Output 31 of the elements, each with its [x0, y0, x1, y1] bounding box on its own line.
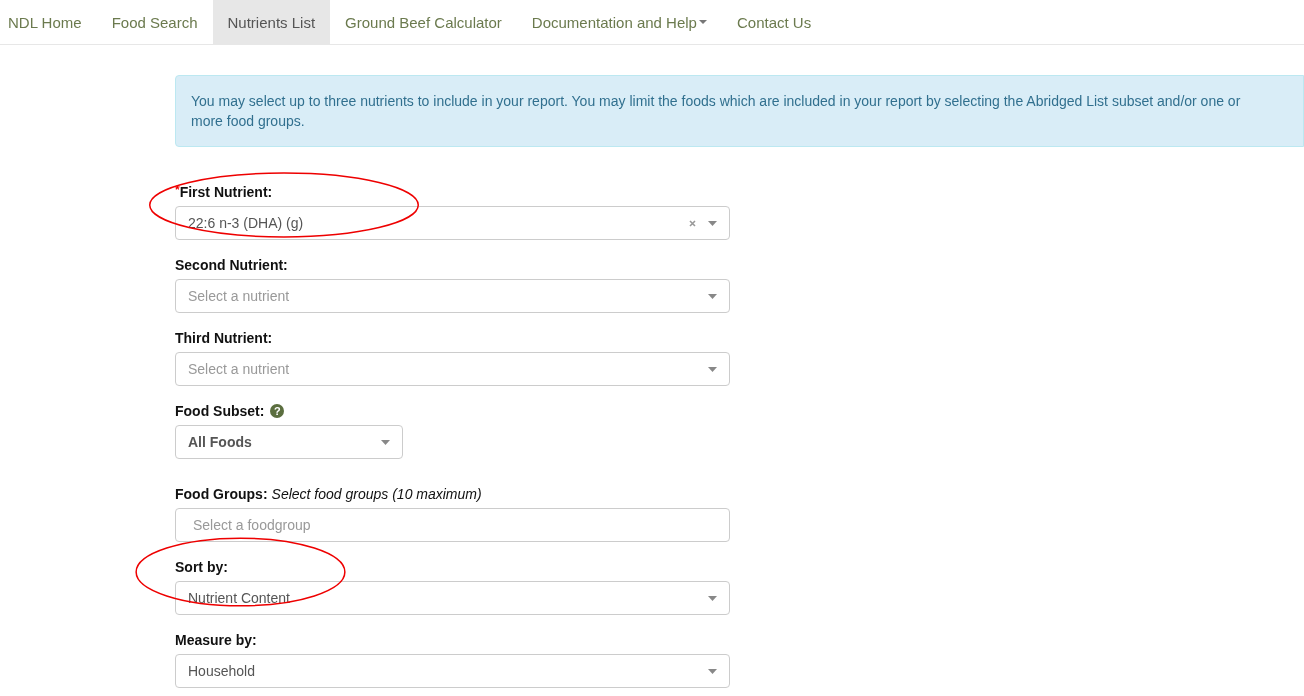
select-field[interactable]: Select a nutrient [175, 279, 730, 313]
caret-icon [698, 20, 707, 24]
clear-icon[interactable] [689, 219, 696, 227]
nav-link[interactable]: Nutrients List [212, 0, 331, 44]
field-label: Sort by: [175, 559, 228, 575]
caret-icon [381, 439, 390, 445]
field-label: Food Groups: [175, 486, 268, 502]
select-field[interactable]: Household [175, 654, 730, 688]
field-label: Third Nutrient: [175, 330, 273, 346]
input-field[interactable]: Select a foodgroup [175, 508, 730, 542]
nav-link[interactable]: Documentation and Help [516, 0, 722, 44]
help-icon[interactable]: ? [270, 404, 285, 418]
select-field[interactable]: Select a nutrient [175, 352, 730, 386]
field-label: Second Nutrient: [175, 257, 288, 273]
caret-icon [708, 220, 717, 226]
field-label: Food Subset: [175, 403, 265, 419]
field-label: Measure by: [175, 632, 257, 648]
info-alert: You may select up to three nutrients to include in your report. You may limit the foods which are included in your report by selecting the Abridged List subset and/or one or more food groups. [175, 75, 1304, 147]
nav-link[interactable]: Food Search [96, 0, 213, 44]
field-label: First Nutrient: [179, 184, 273, 200]
caret-icon [708, 366, 717, 372]
caret-icon [708, 668, 717, 674]
caret-icon [708, 595, 717, 601]
nav-link[interactable]: NDL Home [0, 0, 97, 44]
caret-icon [708, 293, 717, 299]
field-hint: Select food groups (10 maximum) [271, 486, 482, 502]
select-field[interactable]: 22:6 n-3 (DHA) (g) [175, 206, 730, 240]
select-field[interactable]: Nutrient Content [175, 581, 730, 615]
nav-link[interactable]: Contact Us [721, 0, 827, 44]
select-field[interactable]: All Foods [175, 425, 403, 459]
nav-link[interactable]: Ground Beef Calculator [330, 0, 517, 44]
